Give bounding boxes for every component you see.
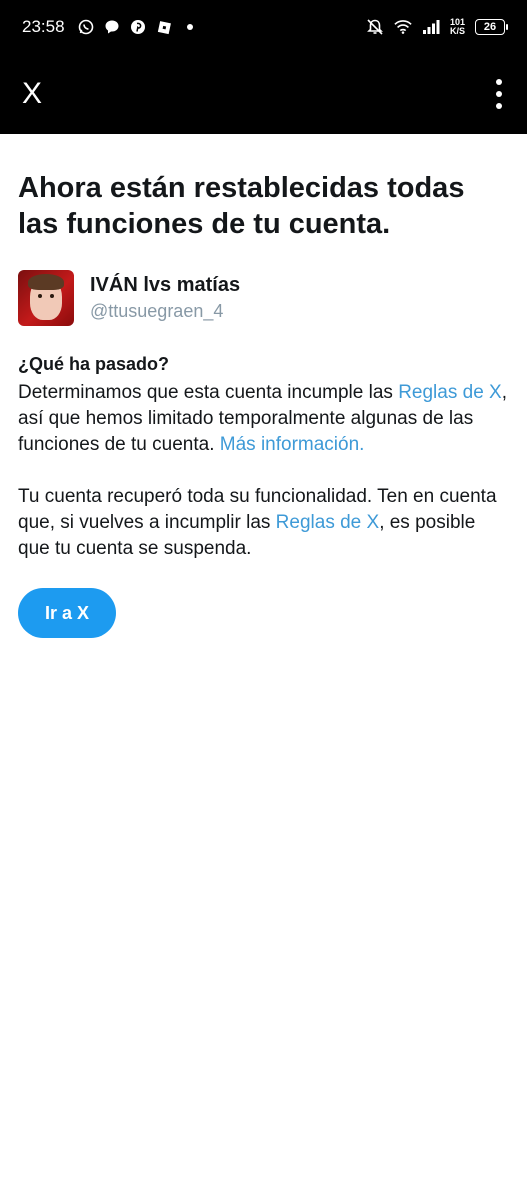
paragraph-text: Determinamos que esta cuenta incumple la…	[18, 382, 399, 403]
account-card: IVÁN lvs matías @ttusuegraen_4	[18, 270, 510, 326]
rules-link[interactable]: Reglas de X	[276, 512, 380, 533]
page-title: Ahora están restablecidas todas las func…	[18, 172, 465, 240]
section-heading: ¿Qué ha pasado?	[18, 354, 170, 374]
app-bar: X	[0, 54, 527, 134]
account-handle: @ttusuegraen_4	[90, 301, 224, 321]
messenger-icon	[103, 18, 121, 36]
wifi-icon	[394, 18, 412, 36]
close-button[interactable]: X	[22, 77, 48, 111]
mute-bell-icon	[366, 18, 384, 36]
pinterest-icon	[129, 18, 147, 36]
battery-level: 26	[483, 21, 497, 33]
avatar	[18, 270, 74, 326]
account-info: IVÁN lvs matías @ttusuegraen_4	[90, 273, 240, 323]
status-bar-right: 101 K/S 26	[366, 18, 508, 36]
status-bar-left: 23:58	[22, 17, 199, 37]
more-vertical-icon[interactable]	[489, 79, 509, 109]
net-speed-unit: K/S	[449, 26, 465, 36]
roblox-icon	[155, 18, 173, 36]
battery-indicator: 26	[475, 19, 508, 35]
whatsapp-icon	[77, 18, 95, 36]
more-info-link[interactable]: Más información.	[220, 434, 365, 455]
status-time: 23:58	[22, 17, 65, 36]
net-speed: 101 K/S	[450, 18, 465, 36]
main-content: Ahora están restablecidas todas las func…	[18, 170, 510, 638]
status-bar: 23:58 101 K/S 26	[0, 0, 527, 54]
go-to-x-button[interactable]: Ir a X	[18, 588, 116, 638]
account-name: IVÁN lvs matías	[90, 274, 241, 296]
explanation-paragraph: Determinamos que esta cuenta incumple la…	[18, 380, 510, 458]
restored-paragraph: Tu cuenta recuperó toda su funcionalidad…	[18, 484, 510, 562]
rules-link[interactable]: Reglas de X	[398, 382, 502, 403]
signal-icon	[422, 18, 440, 36]
dot-icon	[181, 18, 199, 36]
